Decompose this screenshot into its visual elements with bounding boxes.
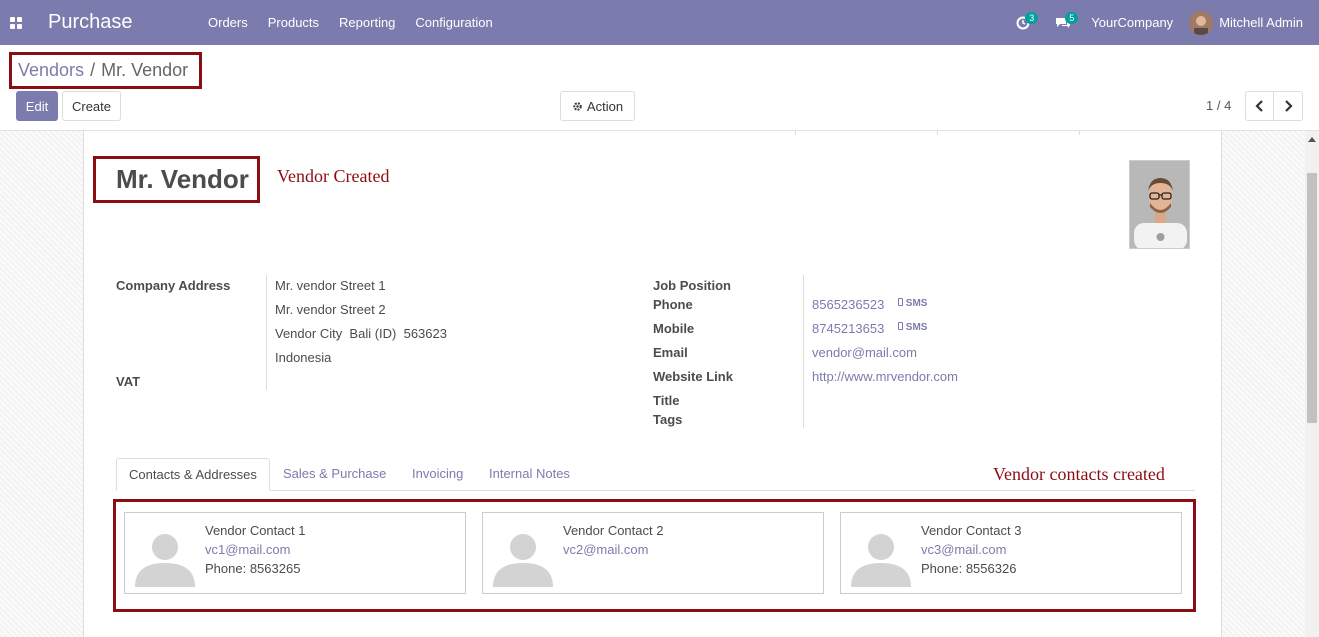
activity-count-badge: 3 (1025, 12, 1039, 24)
user-menu[interactable]: Mitchell Admin (1189, 10, 1319, 35)
phone-label: Phone (653, 297, 693, 312)
phone-sms-button[interactable]: SMS (898, 298, 927, 309)
main-menu: Orders Products Reporting Configuration (198, 0, 503, 45)
menu-orders[interactable]: Orders (198, 0, 258, 45)
messages-count-badge: 5 (1065, 12, 1079, 24)
right-field-divider (803, 275, 804, 428)
pager-previous-button[interactable] (1245, 91, 1274, 121)
apps-menu-icon[interactable] (0, 0, 32, 45)
activity-icon[interactable]: 3 (1003, 0, 1043, 45)
contact-name: Vendor Contact 3 (921, 523, 1022, 538)
contact-placeholder-avatar-icon (135, 534, 195, 587)
annotation-contacts-created: Vendor contacts created (993, 464, 1165, 484)
tab-internal-notes[interactable]: Internal Notes (489, 458, 570, 491)
menu-reporting[interactable]: Reporting (329, 0, 405, 45)
menu-products[interactable]: Products (258, 0, 329, 45)
address-street2: Mr. vendor Street 2 (275, 302, 386, 317)
page-scrollbar[interactable] (1305, 131, 1319, 637)
email-label: Email (653, 345, 688, 360)
breadcrumb: Vendors / Mr. Vendor (9, 52, 202, 89)
left-field-divider (266, 275, 267, 390)
contact-placeholder-avatar-icon (493, 534, 553, 587)
contact-email[interactable]: vc2@mail.com (563, 542, 648, 557)
create-button[interactable]: Create (62, 91, 121, 121)
company-switcher[interactable]: YourCompany (1083, 15, 1189, 30)
tags-label: Tags (653, 412, 683, 427)
user-avatar (1189, 10, 1214, 35)
tab-contacts-addresses[interactable]: Contacts & Addresses (116, 458, 270, 491)
contact-card[interactable]: Vendor Contact 2 vc2@mail.com (482, 512, 824, 594)
tab-invoicing[interactable]: Invoicing (412, 458, 463, 491)
contact-card[interactable]: Vendor Contact 3 vc3@mail.com Phone: 855… (840, 512, 1182, 594)
chevron-right-icon (1285, 100, 1293, 112)
action-button[interactable]: Action (560, 91, 635, 121)
top-navbar: Purchase Orders Products Reporting Confi… (0, 0, 1319, 45)
edit-button[interactable]: Edit (16, 91, 58, 121)
contact-phone: Phone: 8556326 (921, 561, 1017, 576)
user-name: Mitchell Admin (1219, 15, 1303, 30)
messages-icon[interactable]: 5 (1043, 0, 1083, 45)
job-position-label: Job Position (653, 278, 731, 293)
action-label: Action (586, 98, 624, 114)
address-country: Indonesia (275, 350, 332, 365)
mobile-value[interactable]: 8745213653 (812, 321, 884, 336)
mobile-label: Mobile (653, 321, 695, 336)
tab-sales-purchase[interactable]: Sales & Purchase (283, 458, 386, 491)
annotation-vendor-created: Vendor Created (277, 166, 390, 186)
partner-name: Mr. Vendor (93, 156, 260, 203)
breadcrumb-vendors-link[interactable]: Vendors (18, 60, 84, 81)
phone-sms-label: SMS (905, 298, 928, 309)
chevron-left-icon (1254, 100, 1263, 112)
app-title[interactable]: Purchase (48, 11, 198, 34)
contacts-kanban: Vendor Contact 1 vc1@mail.com Phone: 856… (113, 499, 1196, 612)
contact-phone: Phone: 8563265 (205, 561, 301, 576)
mobile-icon (898, 322, 903, 330)
contact-placeholder-avatar-icon (851, 534, 911, 587)
contact-name: Vendor Contact 1 (205, 523, 306, 538)
contact-card[interactable]: Vendor Contact 1 vc1@mail.com Phone: 856… (124, 512, 466, 594)
website-value[interactable]: http://www.mrvendor.com (812, 369, 958, 384)
breadcrumb-current: Mr. Vendor (101, 60, 189, 80)
mobile-icon (898, 298, 903, 306)
pager-value[interactable]: 1 / 4 (1206, 98, 1231, 113)
company-address-label: Company Address (116, 278, 231, 293)
scrollbar-thumb[interactable] (1307, 173, 1317, 423)
address-street1: Mr. vendor Street 1 (275, 278, 386, 293)
breadcrumb-separator: / (90, 60, 96, 80)
contact-email[interactable]: vc3@mail.com (921, 542, 1006, 557)
pager-next-button[interactable] (1273, 91, 1303, 121)
scroll-up-arrow-icon[interactable] (1308, 137, 1316, 142)
mobile-sms-label: SMS (905, 322, 928, 333)
address-city-line: Vendor City Bali (ID) 563623 (275, 326, 447, 341)
vat-label: VAT (116, 374, 141, 389)
contact-email[interactable]: vc1@mail.com (205, 542, 290, 557)
contact-name: Vendor Contact 2 (563, 523, 664, 538)
phone-value[interactable]: 8565236523 (812, 297, 884, 312)
email-value[interactable]: vendor@mail.com (812, 345, 917, 360)
partner-image[interactable] (1129, 160, 1190, 249)
form-sheet: Mr. Vendor Vendor Created Company Addres… (83, 131, 1222, 637)
smart-button-dividers (84, 131, 1221, 135)
gear-icon (573, 101, 582, 111)
website-label: Website Link (653, 369, 733, 384)
menu-configuration[interactable]: Configuration (405, 0, 502, 45)
title-label: Title (653, 393, 680, 408)
control-panel: Vendors / Mr. Vendor Edit Create Action … (0, 45, 1319, 131)
mobile-sms-button[interactable]: SMS (898, 322, 927, 333)
